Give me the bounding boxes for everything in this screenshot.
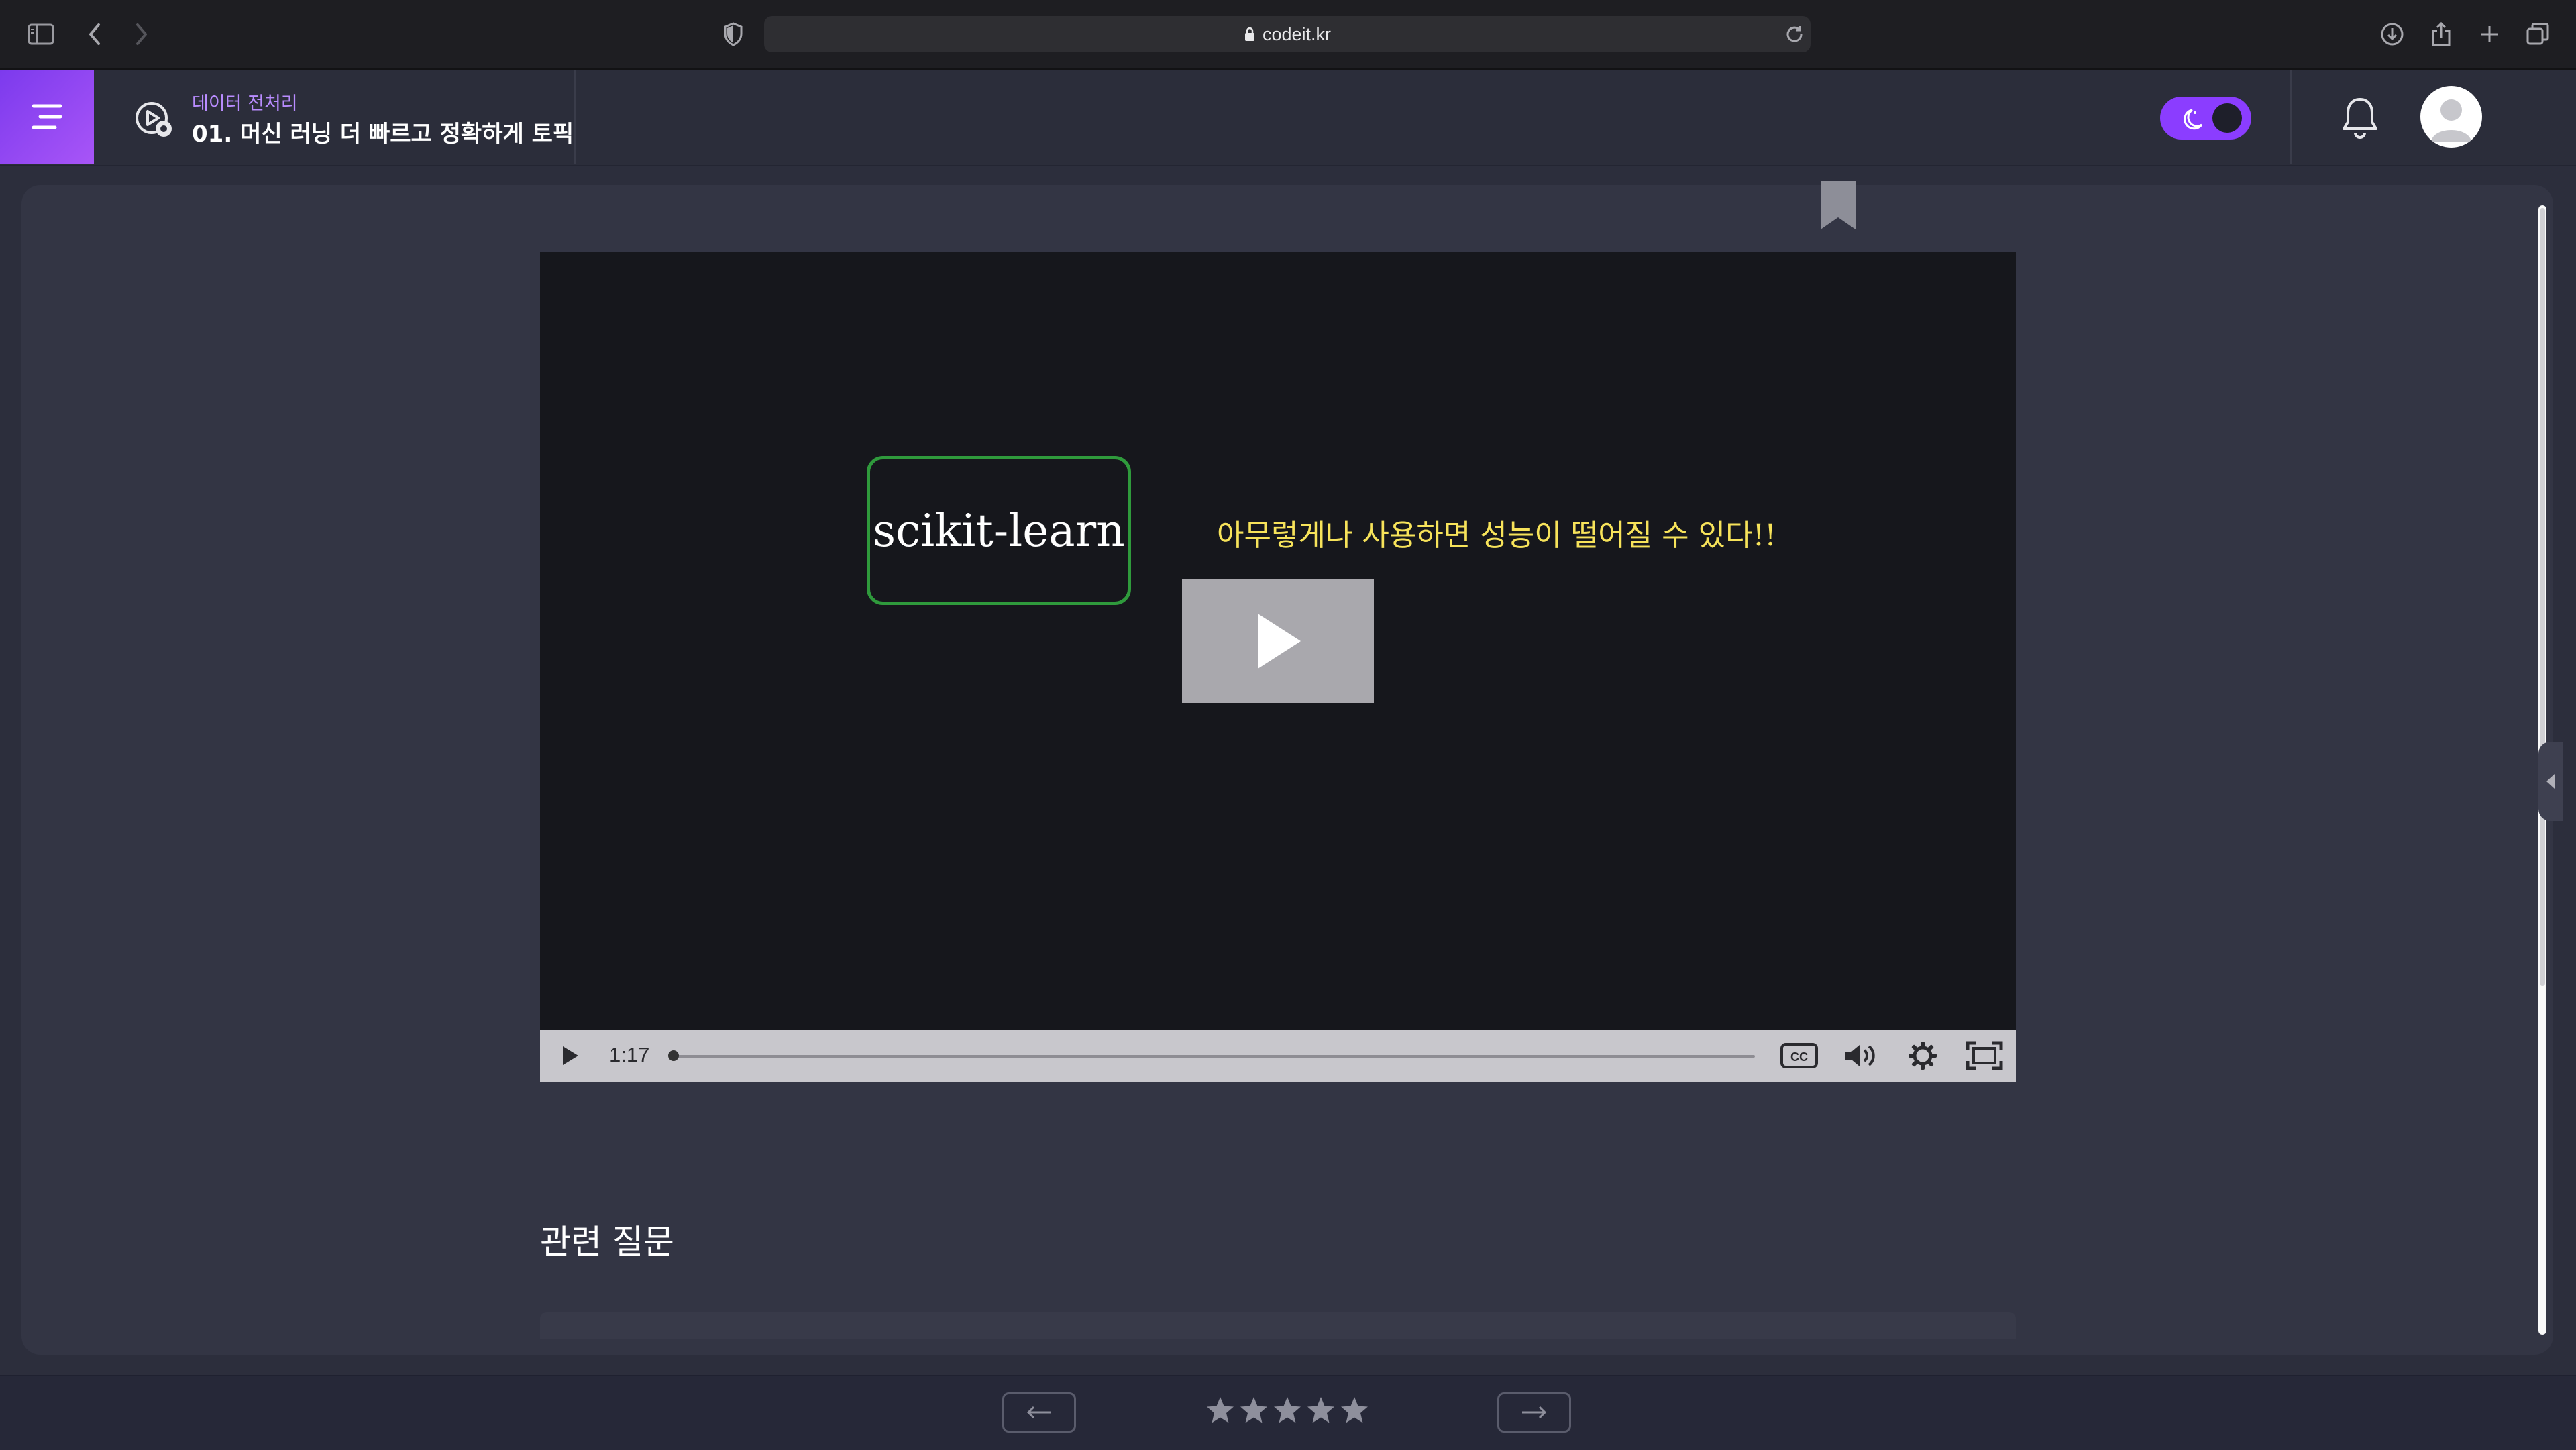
tabs-icon[interactable]	[2522, 19, 2553, 50]
page-title: 01. 머신 러닝 더 빠르고 정확하게 토픽	[192, 121, 574, 148]
prev-lesson-button[interactable]	[1002, 1392, 1076, 1433]
breadcrumb[interactable]: 데이터 전처리	[192, 89, 298, 115]
download-icon[interactable]	[2377, 19, 2408, 50]
moon-icon	[2184, 103, 2242, 133]
star-icon[interactable]	[1205, 1395, 1236, 1426]
star-icon[interactable]	[1238, 1395, 1269, 1426]
progress-handle[interactable]	[668, 1050, 679, 1061]
avatar[interactable]	[2420, 86, 2482, 148]
share-icon[interactable]	[2426, 19, 2457, 50]
play-button[interactable]	[550, 1036, 590, 1076]
volume-button[interactable]	[1841, 1036, 1881, 1076]
url-text: codeit.kr	[1262, 23, 1332, 44]
header-divider	[574, 70, 576, 164]
next-lesson-button[interactable]	[1497, 1392, 1571, 1433]
settings-button[interactable]	[1902, 1036, 1943, 1076]
gear-icon	[1909, 1042, 1937, 1070]
sidebar-toggle-icon[interactable]	[25, 19, 56, 50]
menu-button[interactable]	[0, 70, 94, 164]
star-icon[interactable]	[1272, 1395, 1303, 1426]
cc-button[interactable]: CC	[1779, 1036, 1819, 1076]
slide-box: scikit-learn	[867, 456, 1131, 605]
header-divider	[2290, 70, 2292, 164]
current-time: 1:17	[609, 1043, 650, 1066]
related-question-card[interactable]	[540, 1312, 2016, 1339]
user-avatar-icon	[2431, 99, 2471, 142]
bookmark-icon[interactable]	[1818, 180, 1858, 233]
progress-track[interactable]	[672, 1055, 1755, 1058]
fullscreen-icon	[1966, 1041, 2003, 1070]
chevron-left-icon[interactable]	[79, 19, 110, 50]
big-play-button[interactable]	[1182, 579, 1374, 703]
scrollbar-thumb[interactable]	[2540, 208, 2545, 986]
play-icon	[1258, 614, 1301, 669]
address-bar-text[interactable]: codeit.kr	[764, 16, 1811, 52]
arrow-right-icon	[1522, 1406, 1547, 1419]
fullscreen-button[interactable]	[1964, 1036, 2004, 1076]
menu-icon	[32, 104, 62, 129]
chevron-right-icon[interactable]	[126, 19, 157, 50]
video-lesson-icon	[133, 98, 176, 144]
svg-text:CC: CC	[1790, 1050, 1808, 1064]
reload-icon[interactable]	[1779, 19, 1810, 50]
star-icon[interactable]	[1305, 1395, 1336, 1426]
volume-icon	[1845, 1045, 1875, 1066]
side-panel-toggle[interactable]	[2538, 742, 2563, 821]
star-icon[interactable]	[1339, 1395, 1370, 1426]
arrow-left-icon	[1026, 1406, 1051, 1419]
plus-icon[interactable]	[2474, 19, 2505, 50]
theme-toggle[interactable]	[2160, 97, 2251, 140]
lock-icon	[1244, 27, 1254, 41]
shield-icon[interactable]	[718, 19, 749, 50]
cc-icon: CC	[1780, 1043, 1818, 1068]
bell-icon[interactable]	[2339, 95, 2381, 144]
slide-note: 아무렇게나 사용하면 성능이 떨어질 수 있다!!	[1217, 518, 1776, 553]
related-questions-heading: 관련 질문	[540, 1223, 674, 1262]
caret-left-icon	[2546, 774, 2555, 789]
play-icon	[563, 1046, 578, 1065]
